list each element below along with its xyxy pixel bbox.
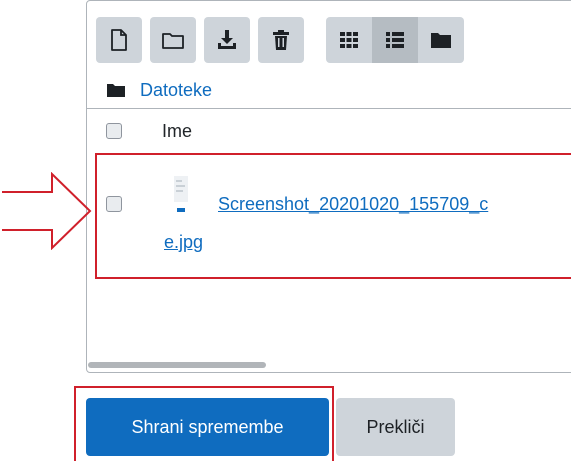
new-file-icon: [111, 29, 127, 51]
right-arrow-icon: [2, 172, 92, 250]
save-changes-button[interactable]: Shrani spremembe: [86, 398, 329, 456]
breadcrumb-root-link[interactable]: Datoteke: [140, 80, 212, 101]
new-folder-icon: [162, 33, 184, 49]
folder-view-button[interactable]: [418, 17, 464, 63]
download-icon: [218, 30, 236, 49]
delete-icon: [273, 30, 289, 50]
folder-icon: [107, 84, 125, 97]
file-manager-toolbar: [96, 17, 464, 63]
file-list-header: Ime: [106, 118, 192, 144]
list-view-button[interactable]: [372, 17, 418, 63]
select-all-checkbox[interactable]: [106, 123, 122, 139]
cancel-button[interactable]: Prekliči: [336, 398, 455, 456]
download-button[interactable]: [204, 17, 250, 63]
list-view-icon: [386, 32, 404, 48]
delete-button[interactable]: [258, 17, 304, 63]
file-highlight-box: [95, 153, 571, 279]
folder-view-icon: [431, 33, 451, 48]
grid-view-button[interactable]: [326, 17, 372, 63]
column-header-name: Ime: [162, 120, 193, 141]
new-folder-button[interactable]: [150, 17, 196, 63]
horizontal-scrollbar[interactable]: [88, 362, 266, 368]
grid-view-icon: [340, 32, 358, 48]
view-mode-group: [326, 17, 464, 63]
new-file-button[interactable]: [96, 17, 142, 63]
file-manager-page: Datoteke Ime Screenshot_20201020_155709_…: [0, 0, 571, 461]
breadcrumb: Datoteke: [106, 78, 212, 102]
